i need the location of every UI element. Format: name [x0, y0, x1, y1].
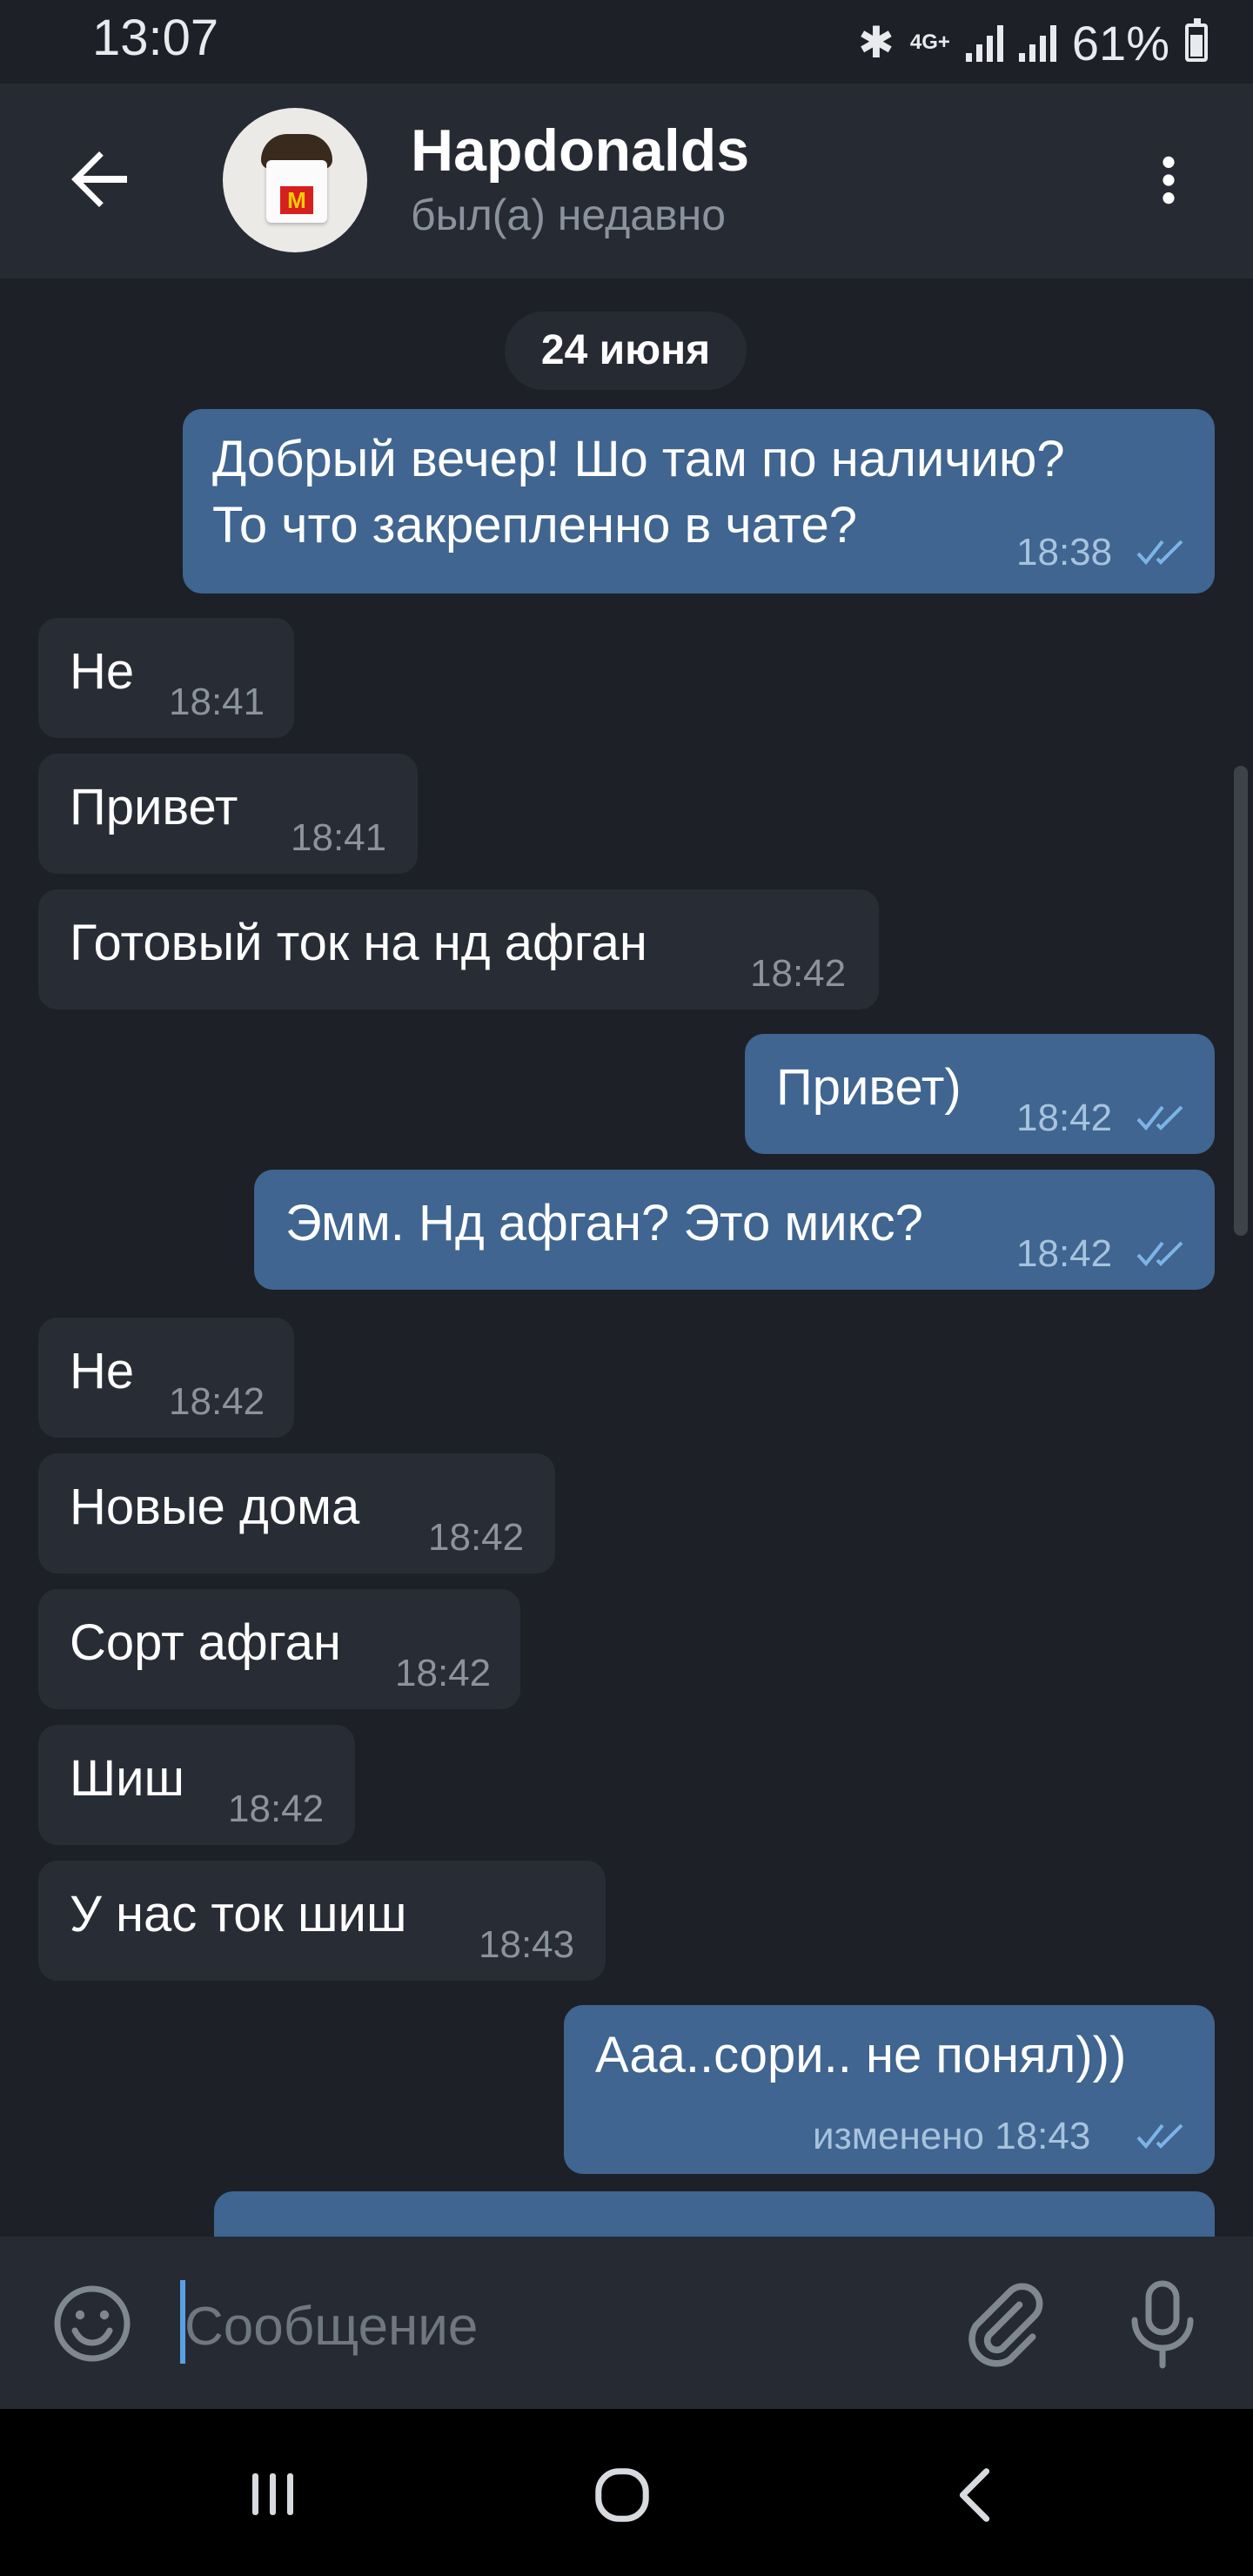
- message-time: 18:38: [1016, 531, 1113, 574]
- chat-scrollbar[interactable]: [1234, 766, 1248, 1236]
- message-time: 18:42: [750, 952, 847, 995]
- emoji-icon[interactable]: [50, 2282, 134, 2365]
- double-check-icon: [1136, 540, 1183, 566]
- message-time: 18:41: [291, 816, 387, 859]
- avatar-logo: M: [280, 186, 313, 214]
- message-time: 18:42: [1016, 1097, 1113, 1139]
- status-bar: 13:07 ✱ 4G+ 61%: [0, 0, 1253, 84]
- chat-header: M Hapdonalds был(а) недавно: [0, 84, 1253, 278]
- message-text: Шиш: [70, 1750, 185, 1807]
- message-time: 18:42: [169, 1380, 265, 1423]
- message-outgoing[interactable]: Привет) 18:42: [745, 1034, 1215, 1154]
- message-text: Ааа..сори.. не понял))): [595, 2027, 1127, 2083]
- battery-percent: 61%: [1071, 15, 1169, 70]
- signal-icon: [965, 23, 1003, 62]
- date-separator: 24 июня: [505, 312, 747, 390]
- message-incoming[interactable]: Не 18:42: [38, 1318, 294, 1438]
- message-time: 18:42: [428, 1516, 525, 1559]
- double-check-icon: [1136, 2123, 1183, 2150]
- message-text: Готовый ток на нд афган: [70, 915, 647, 971]
- contact-name[interactable]: Hapdonalds: [411, 117, 749, 184]
- battery-icon: [1185, 18, 1208, 62]
- bluetooth-icon: ✱: [857, 18, 895, 67]
- more-vert-icon[interactable]: [1140, 151, 1197, 209]
- double-check-icon: [1136, 1105, 1183, 1131]
- double-check-icon: [1136, 1241, 1183, 1267]
- signal-icon: [1018, 23, 1056, 62]
- message-incoming[interactable]: Не 18:41: [38, 618, 294, 738]
- message-text: То что закрепленно в чате?: [212, 497, 858, 553]
- message-incoming[interactable]: Шиш 18:42: [38, 1725, 355, 1845]
- message-time: 18:41: [169, 681, 265, 723]
- message-composer: [0, 2237, 1253, 2409]
- mic-icon[interactable]: [1121, 2278, 1204, 2369]
- nav-recent-icon[interactable]: [245, 2466, 301, 2522]
- nav-back-icon[interactable]: [948, 2465, 1001, 2526]
- message-time: изменено 18:43: [813, 2115, 1091, 2157]
- contact-status: был(а) недавно: [411, 191, 727, 239]
- message-input[interactable]: [184, 2287, 933, 2365]
- message-outgoing[interactable]: Ааа..сори.. не понял))) изменено 18:43: [564, 2005, 1215, 2174]
- message-incoming[interactable]: У нас ток шиш 18:43: [38, 1861, 606, 1981]
- message-time: 18:43: [479, 1923, 575, 1966]
- message-time: 18:42: [228, 1788, 325, 1830]
- message-text: Привет: [70, 779, 238, 835]
- message-incoming[interactable]: Привет 18:41: [38, 754, 418, 874]
- message-time: 18:42: [1016, 1232, 1113, 1275]
- message-text: Новые дома: [70, 1479, 360, 1535]
- message-outgoing[interactable]: Добрый вечер! Шо там по наличию? То что …: [183, 409, 1215, 594]
- message-outgoing[interactable]: Эмм. Нд афган? Это микс? 18:42: [254, 1170, 1215, 1290]
- status-icons: ✱ 4G+ 61%: [858, 12, 1208, 73]
- message-incoming[interactable]: Новые дома 18:42: [38, 1453, 555, 1573]
- message-text: Сорт афган: [70, 1614, 341, 1671]
- network-type-label: 4G+: [909, 30, 950, 54]
- message-time: 18:42: [395, 1652, 492, 1694]
- message-text: У нас ток шиш: [70, 1886, 407, 1942]
- avatar[interactable]: M: [223, 108, 367, 252]
- system-navigation-bar: [0, 2409, 1253, 2576]
- message-text: Не: [70, 1343, 135, 1399]
- message-text: Привет): [776, 1059, 962, 1116]
- back-arrow-icon[interactable]: [57, 138, 141, 221]
- message-text: Добрый вечер! Шо там по наличию?: [212, 431, 1065, 487]
- message-incoming[interactable]: Готовый ток на нд афган 18:42: [38, 889, 879, 1010]
- message-incoming[interactable]: Сорт афган 18:42: [38, 1589, 520, 1709]
- message-text: Не: [70, 643, 135, 700]
- message-outgoing-partial[interactable]: [214, 2191, 1215, 2237]
- status-time: 13:07: [92, 10, 219, 66]
- chat-area[interactable]: 24 июня Добрый вечер! Шо там по наличию?…: [0, 278, 1253, 2237]
- attach-icon[interactable]: [957, 2278, 1048, 2369]
- nav-home-icon[interactable]: [592, 2465, 653, 2526]
- message-text: Эмм. Нд афган? Это микс?: [285, 1195, 923, 1251]
